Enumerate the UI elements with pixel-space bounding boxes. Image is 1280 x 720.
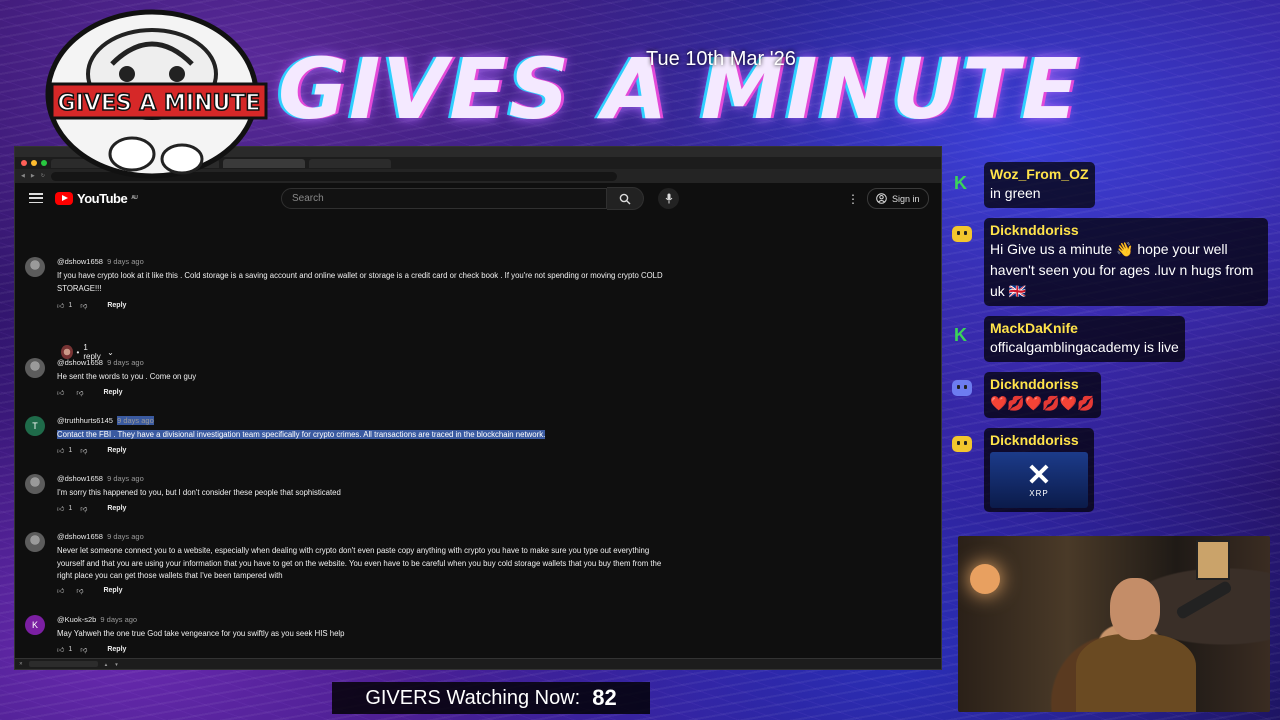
chat-text: in green	[990, 185, 1041, 201]
find-bar: ✕ ▲ ▼	[15, 658, 941, 669]
account-icon	[876, 193, 887, 204]
xrp-emote-image: ✕ XRP	[990, 452, 1088, 508]
search-button[interactable]	[607, 187, 644, 210]
xrp-label: XRP	[1029, 488, 1049, 498]
comment-text: May Yahweh the one true God take vengean…	[57, 629, 345, 638]
comment-author[interactable]: @Kuok-s2b 9 days ago	[57, 615, 137, 624]
find-input[interactable]	[28, 661, 98, 667]
browser-window: ◀ ▶ ↻ YouTube AU ⋮ Sign in	[14, 146, 942, 670]
bot-badge-icon	[952, 226, 972, 242]
microphone-arm	[1175, 579, 1233, 621]
dislike-button[interactable]: 👎︎	[76, 586, 83, 595]
find-up-icon[interactable]: ▲	[104, 662, 108, 667]
xrp-x-icon: ✕	[1026, 458, 1052, 492]
menu-icon[interactable]	[29, 193, 43, 203]
kick-badge-icon: K	[954, 325, 967, 345]
reply-avatar	[61, 345, 73, 359]
comment-author[interactable]: @dshow1658 9 days ago	[57, 532, 144, 541]
comment-actions: 👍︎ 1 👎︎ Reply	[57, 301, 126, 310]
stream-date: Tue 10th Mar '26	[646, 48, 796, 70]
youtube-play-icon	[55, 191, 73, 205]
comment-actions: 👍︎ 1 👎︎ Reply	[57, 504, 126, 513]
comment-actions: 👍︎ 1 👎︎ Reply	[57, 446, 126, 455]
chat-text: Hi Give us a minute 👋 hope your well hav…	[990, 241, 1254, 299]
youtube-logo-text: YouTube	[77, 190, 128, 206]
avatar[interactable]: T	[25, 416, 45, 436]
more-options-icon[interactable]: ⋮	[847, 192, 859, 206]
youtube-logo[interactable]: YouTube AU	[55, 190, 138, 206]
viewers-label: GIVERS Watching Now:	[365, 686, 581, 709]
search-input[interactable]	[281, 188, 607, 209]
dislike-button[interactable]: 👎︎	[76, 388, 83, 397]
bot-badge-icon	[952, 380, 972, 396]
dislike-button[interactable]: 👎︎	[80, 504, 87, 513]
chat-username[interactable]: Dicknddoriss	[990, 431, 1088, 449]
like-button[interactable]: 👍︎ 1	[57, 645, 72, 654]
comment-author[interactable]: @truthhurts6145 9 days ago	[57, 416, 154, 425]
microphone-icon	[665, 193, 672, 204]
reply-button[interactable]: Reply	[107, 447, 126, 454]
dislike-button[interactable]: 👎︎	[80, 446, 87, 455]
avatar[interactable]: K	[25, 615, 45, 635]
avatar[interactable]	[25, 532, 45, 552]
sign-in-label: Sign in	[892, 193, 920, 204]
comment-text: I'm sorry this happened to you, but I do…	[57, 488, 341, 497]
dislike-button[interactable]: 👎︎	[80, 301, 87, 310]
comment-actions: 👍︎ 1 👎︎ Reply	[57, 645, 126, 654]
wall-poster	[1196, 540, 1230, 580]
comment-author[interactable]: @dshow1658 9 days ago	[57, 474, 144, 483]
avatar[interactable]	[25, 358, 45, 378]
chat-text: officalgamblingacademy is live	[990, 339, 1179, 355]
avatar[interactable]	[25, 257, 45, 277]
like-button[interactable]: 👍︎ 1	[57, 446, 72, 455]
like-button[interactable]: 👍︎ 1	[57, 301, 72, 310]
close-window-icon[interactable]	[21, 160, 27, 166]
browser-tab[interactable]	[309, 158, 391, 168]
chat-text: ❤️💋❤️💋❤️💋	[990, 395, 1095, 411]
reply-button[interactable]: Reply	[103, 389, 122, 396]
logo-text: GIVES A MINUTE	[58, 91, 261, 116]
comment-text: Never let someone connect you to a websi…	[57, 546, 662, 580]
reply-button[interactable]: Reply	[107, 505, 126, 512]
chat-username[interactable]: Dicknddoriss	[990, 221, 1262, 239]
reply-button[interactable]: Reply	[107, 646, 126, 653]
like-button[interactable]: 👍︎	[57, 586, 68, 595]
search-icon	[619, 193, 631, 204]
reply-button[interactable]: Reply	[103, 587, 122, 594]
comment-author[interactable]: @dshow1658 9 days ago	[57, 257, 144, 266]
viewers-count: 82	[592, 685, 617, 710]
comment-text: If you have crypto look at it like this …	[57, 271, 663, 293]
avatar[interactable]	[25, 474, 45, 494]
find-down-icon[interactable]: ▼	[114, 662, 118, 667]
viewer-count-bar: GIVERS Watching Now: 82	[332, 682, 650, 714]
close-find-icon[interactable]: ✕	[19, 661, 23, 667]
comment-actions: 👍︎ 👎︎ Reply	[57, 586, 123, 595]
bot-badge-icon	[952, 436, 972, 452]
streamer-body	[1076, 634, 1196, 712]
chevron-down-icon: ⌄	[107, 347, 114, 357]
comment-text: Contact the FBI . They have a divisional…	[57, 430, 546, 439]
streamer-head	[1110, 578, 1160, 640]
sign-in-button[interactable]: Sign in	[867, 188, 929, 209]
lamp	[970, 564, 1000, 594]
search-box	[281, 187, 679, 210]
country-code: AU	[131, 194, 138, 201]
dislike-button[interactable]: 👎︎	[80, 645, 87, 654]
chat-username[interactable]: Dicknddoriss	[990, 375, 1095, 393]
like-button[interactable]: 👍︎ 1	[57, 504, 72, 513]
comment-actions: 👍︎ 👎︎ Reply	[57, 388, 123, 397]
comment-text: He sent the words to you . Come on guy	[57, 372, 197, 381]
voice-search-button[interactable]	[658, 188, 679, 209]
chat-username[interactable]: Woz_From_OZ	[990, 165, 1089, 183]
gives-a-minute-logo: GIVES A MINUTE	[45, 9, 268, 179]
back-icon[interactable]: ◀	[21, 173, 25, 179]
like-button[interactable]: 👍︎	[57, 388, 68, 397]
comment-author[interactable]: @dshow1658 9 days ago	[57, 358, 144, 367]
kick-badge-icon: K	[954, 173, 967, 193]
chat-username[interactable]: MackDaKnife	[990, 319, 1179, 337]
webcam-feed	[958, 536, 1270, 712]
reply-button[interactable]: Reply	[107, 302, 126, 309]
